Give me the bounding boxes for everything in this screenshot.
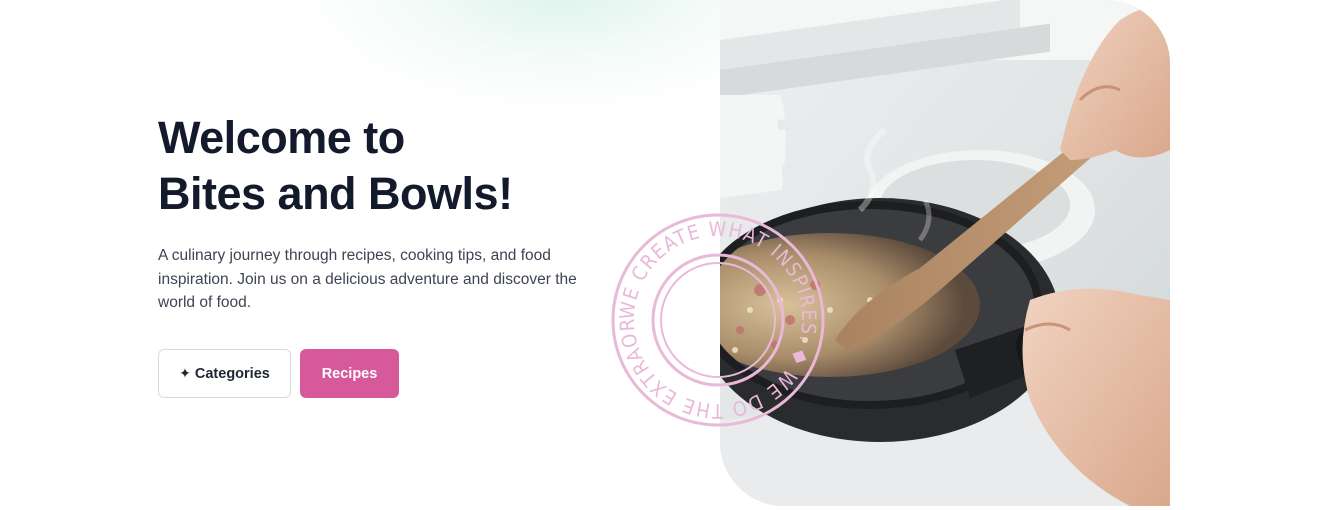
hero-image-cooking-pan	[720, 0, 1170, 506]
hero-description: A culinary journey through recipes, cook…	[158, 247, 577, 311]
recipes-button[interactable]: Recipes	[300, 349, 399, 398]
sparkle-icon: ✦	[179, 365, 191, 381]
hero-section: Welcome to Bites and Bowls! A culinary j…	[0, 0, 1328, 510]
title-line-2: Bites and Bowls!	[158, 168, 513, 219]
page-title: Welcome to Bites and Bowls!	[158, 110, 598, 222]
recipes-button-label: Recipes	[321, 365, 378, 382]
hero-text-block: Welcome to Bites and Bowls! A culinary j…	[158, 110, 598, 315]
categories-button[interactable]: ✦ Categories	[158, 349, 291, 398]
title-line-1: Welcome to	[158, 112, 405, 163]
hero-buttons: ✦ Categories Recipes	[158, 349, 399, 398]
cooking-illustration	[720, 0, 1170, 506]
categories-button-label: Categories	[194, 365, 270, 382]
